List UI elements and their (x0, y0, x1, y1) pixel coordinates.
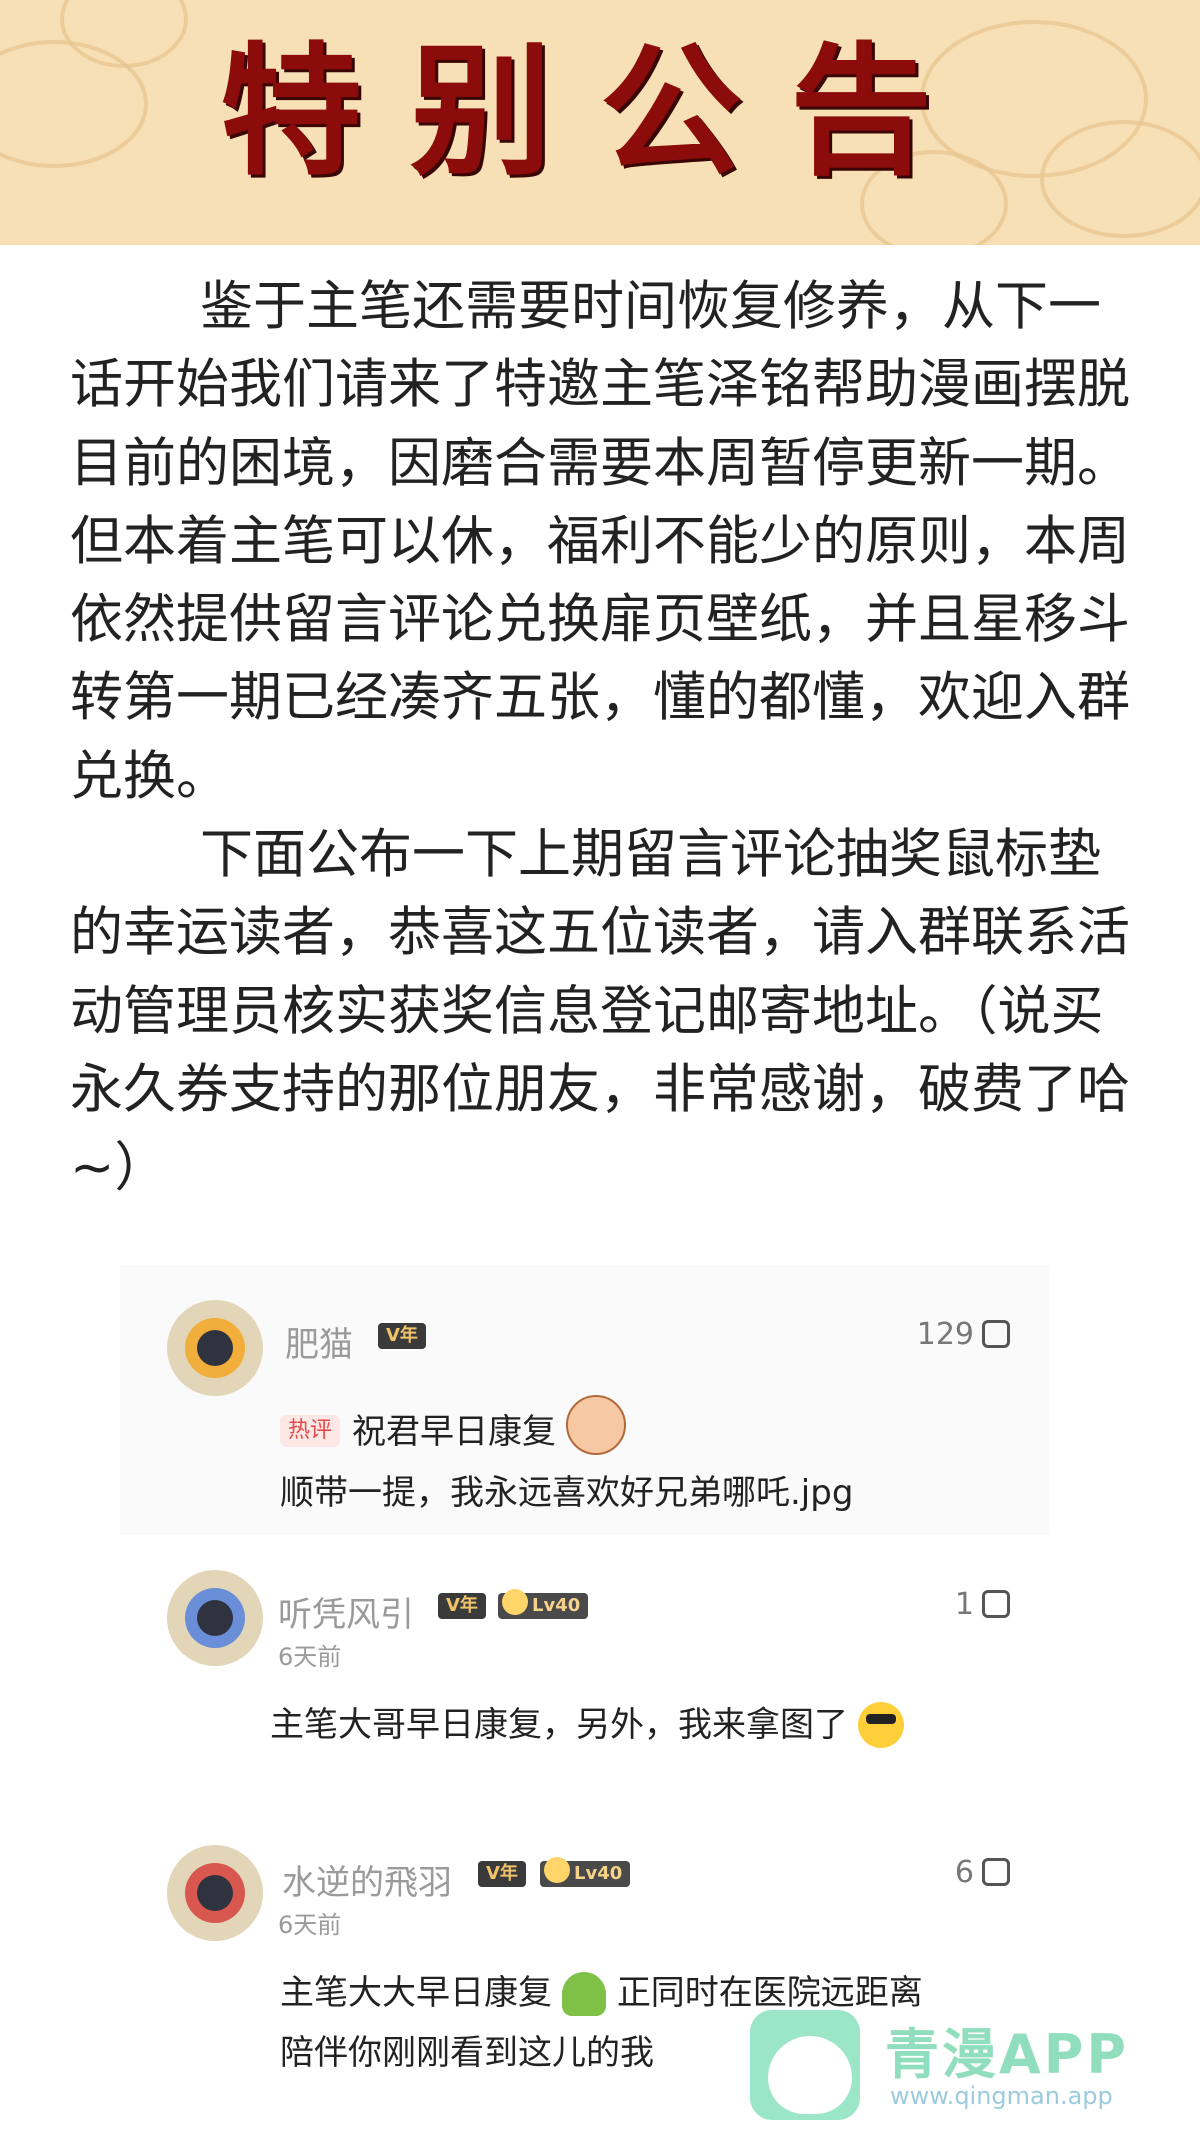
comment-line: 主笔大哥早日康复，另外，我来拿图了 (270, 1705, 848, 1745)
like-count: 129 (916, 1317, 974, 1352)
crown-icon (544, 1857, 570, 1883)
notice-paragraph: 鉴于主笔还需要时间恢复修养，从下一话开始我们请来了特邀主笔泽铭帮助漫画摆脱目前的… (70, 276, 1130, 807)
level-badge: Lv40 (540, 1857, 631, 1887)
comment-text: 主笔大哥早日康复，另外，我来拿图了 (270, 1697, 904, 1748)
like-count: 6 (954, 1855, 974, 1890)
comment-line: 祝君早日康复 (352, 1412, 557, 1452)
comment-line: 顺带一提，我永远喜欢好兄弟哪吒.jpg (280, 1473, 854, 1513)
watermark-url: www.qingman.app (890, 2082, 1113, 2110)
like-button[interactable]: 129 (917, 1317, 1010, 1352)
crown-icon (502, 1589, 528, 1615)
thumbs-up-icon (982, 1858, 1010, 1886)
sunglasses-emoji-icon (858, 1702, 904, 1748)
banner-title: 特别公告 (220, 29, 980, 195)
notice-body: 鉴于主笔还需要时间恢复修养，从下一话开始我们请来了特邀主笔泽铭帮助漫画摆脱目前的… (70, 268, 1150, 1208)
vip-badge: V年 (378, 1323, 426, 1349)
green-figure-emoji-icon (562, 1972, 606, 2016)
watermark: 青漫APP www.qingman.app (745, 2000, 1185, 2130)
like-button[interactable]: 1 (955, 1587, 1010, 1622)
comment-text: 热评 祝君早日康复 (280, 1395, 627, 1455)
comment-time: 6天前 (278, 1643, 342, 1671)
announcement-banner: 特别公告 (0, 0, 1200, 245)
level-badge: Lv40 (498, 1589, 589, 1619)
vip-badge: V年 (478, 1861, 526, 1887)
username[interactable]: 听凭风引 (278, 1587, 414, 1636)
thumbs-up-icon (982, 1320, 1010, 1348)
avatar[interactable] (167, 1300, 263, 1396)
thumbs-up-icon (982, 1590, 1010, 1618)
hot-comment-tag: 热评 (280, 1415, 341, 1447)
notice-paragraph: 下面公布一下上期留言评论抽奖鼠标垫的幸运读者，恭喜这五位读者，请入群联系活动管理… (70, 824, 1130, 1199)
like-count: 1 (954, 1587, 974, 1622)
comment-item: 肥猫 V年 129 热评 祝君早日康复 顺带一提，我永远喜欢好兄弟哪吒.jpg (120, 1265, 1050, 1535)
like-button[interactable]: 6 (955, 1855, 1010, 1890)
comment-line: 主笔大大早日康复 (280, 1973, 552, 2013)
comment-line: 陪伴你刚刚看到这儿的我 (280, 2033, 654, 2073)
comment-item: 听凭风引 V年 Lv40 1 6天前 主笔大哥早日康复，另外，我来拿图了 (120, 1535, 1050, 1805)
vip-badge: V年 (438, 1593, 486, 1619)
comment-time: 6天前 (278, 1911, 342, 1939)
avatar[interactable] (167, 1570, 263, 1666)
cat-logo-icon (750, 2010, 860, 2120)
avatar[interactable] (167, 1845, 263, 1941)
username[interactable]: 肥猫 (285, 1317, 353, 1366)
cat-face-emoji-icon (566, 1395, 627, 1455)
watermark-name: 青漫APP (885, 2023, 1129, 2086)
username[interactable]: 水逆的飛羽 (282, 1855, 452, 1904)
